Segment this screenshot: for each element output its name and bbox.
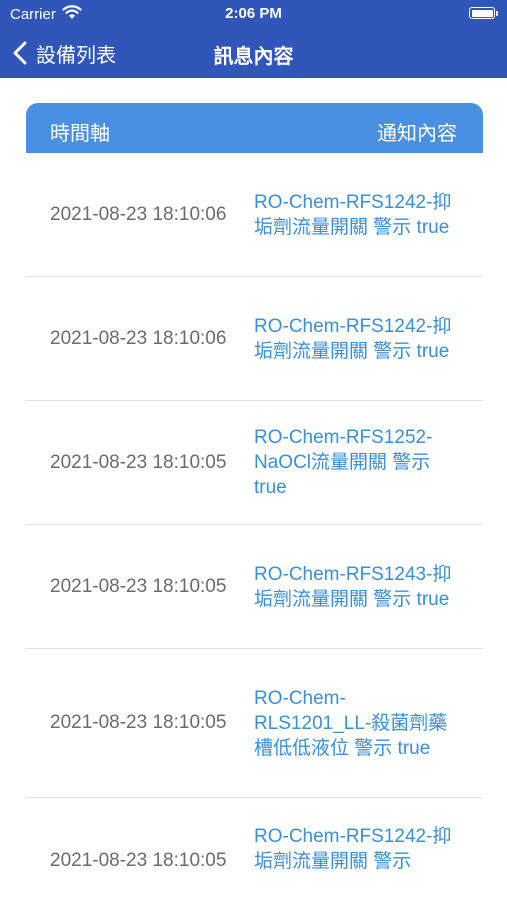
back-button-label: 設備列表 [36, 44, 116, 67]
row-timestamp: 2021-08-23 18:10:06 [50, 327, 227, 349]
table-row[interactable]: 2021-08-23 18:10:05 RO-Chem-RFS1252-NaOC… [26, 401, 483, 525]
battery-icon [469, 7, 495, 19]
chevron-left-icon [13, 41, 27, 65]
column-header-content: 通知內容 [377, 123, 457, 145]
row-message: RO-Chem-RFS1243-抑垢劑流量開關 警示 true [254, 563, 452, 610]
row-message: RO-Chem-RFS1242-抑垢劑流量開關 警示 true [254, 315, 452, 362]
table-row[interactable]: 2021-08-23 18:10:06 RO-Chem-RFS1242-抑垢劑流… [26, 153, 483, 277]
row-message: RO-Chem-RFS1252-NaOCl流量開關 警示 true [254, 427, 433, 498]
table-row[interactable]: 2021-08-23 18:10:06 RO-Chem-RFS1242-抑垢劑流… [26, 277, 483, 401]
navigation-bar: 設備列表 訊息內容 [0, 28, 507, 78]
row-message: RO-Chem-RLS1201_LL-殺菌劑藥槽低低液位 警示 true [254, 687, 448, 759]
row-message: RO-Chem-RFS1242-抑垢劑流量開關 警示 [254, 826, 452, 872]
table-row[interactable]: 2021-08-23 18:10:05 RO-Chem-RFS1243-抑垢劑流… [26, 525, 483, 649]
row-timestamp: 2021-08-23 18:10:05 [50, 451, 227, 473]
table-header: 時間軸 通知內容 [26, 103, 483, 153]
battery-tip [496, 11, 498, 16]
row-timestamp: 2021-08-23 18:10:05 [50, 575, 227, 597]
status-time: 2:06 PM [225, 5, 282, 22]
table-row[interactable]: 2021-08-23 18:10:05 RO-Chem-RFS1242-抑垢劑流… [26, 798, 483, 900]
row-timestamp: 2021-08-23 18:10:06 [50, 203, 227, 225]
row-message: RO-Chem-RFS1242-抑垢劑流量開關 警示 true [254, 191, 452, 238]
back-button[interactable]: 設備列表 [12, 38, 116, 68]
notification-list[interactable]: 2021-08-23 18:10:06 RO-Chem-RFS1242-抑垢劑流… [26, 153, 483, 900]
column-header-time: 時間軸 [50, 123, 110, 145]
status-bar: Carrier 2:06 PM [0, 0, 507, 28]
row-timestamp: 2021-08-23 18:10:05 [50, 712, 227, 733]
row-timestamp: 2021-08-23 18:10:05 [50, 850, 227, 871]
table-row[interactable]: 2021-08-23 18:10:05 RO-Chem-RLS1201_LL-殺… [26, 649, 483, 798]
